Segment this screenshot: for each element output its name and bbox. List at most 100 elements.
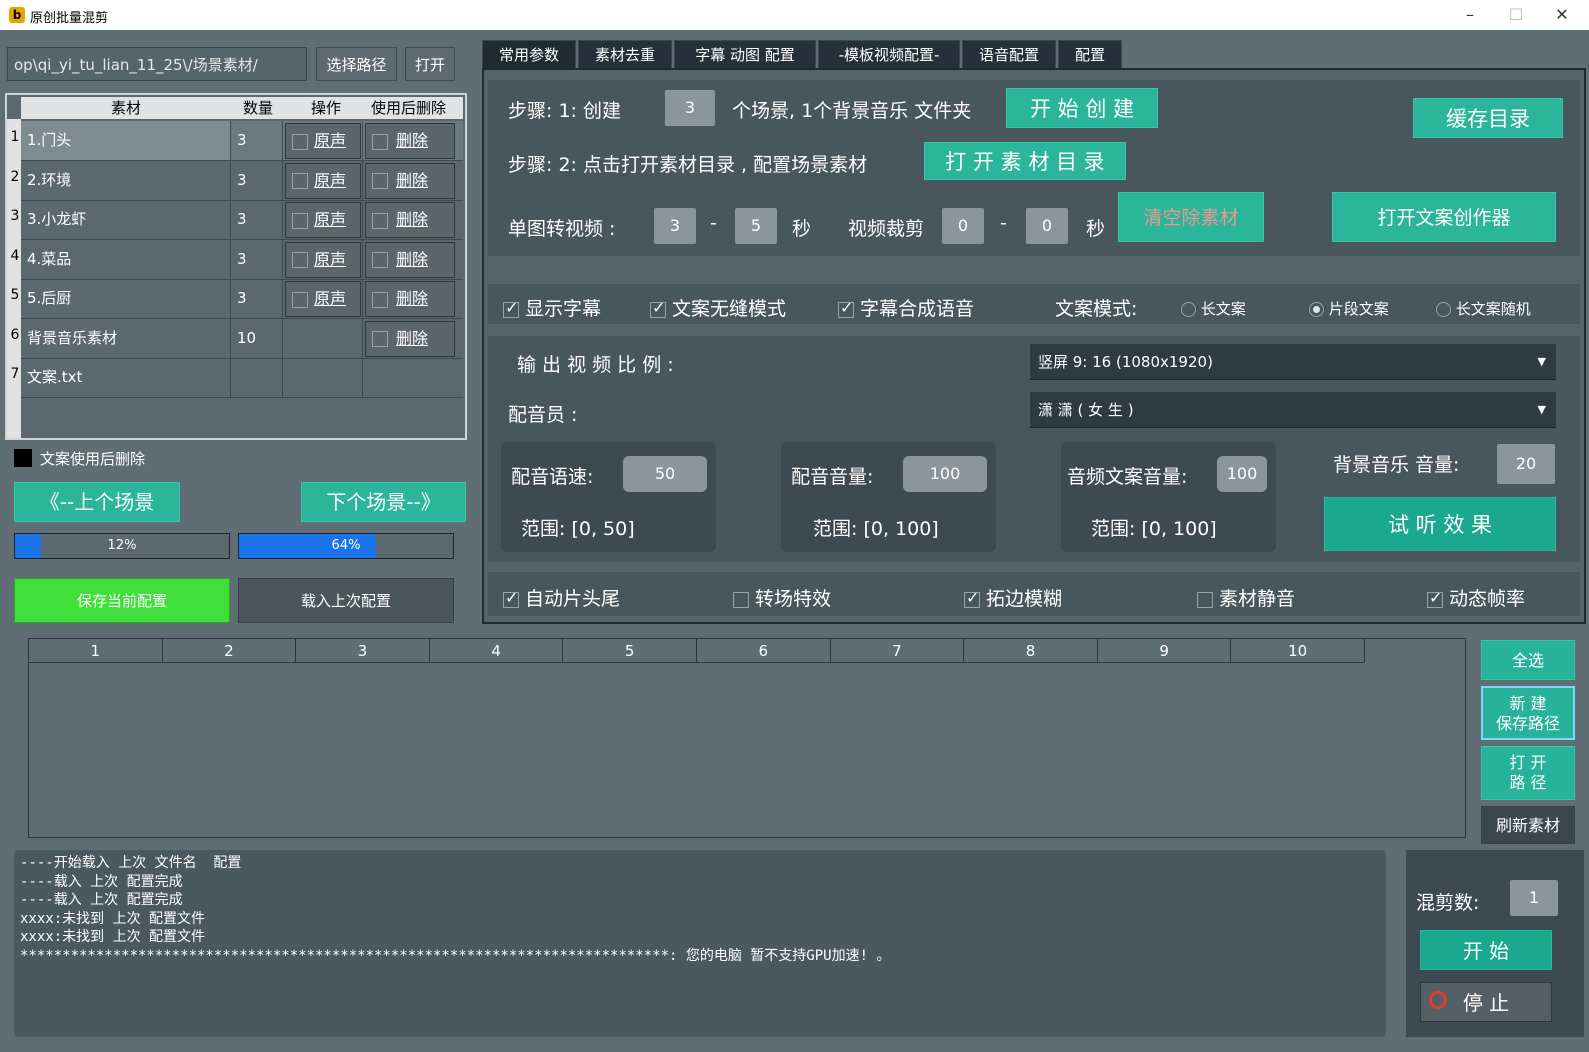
mode-long-random-option[interactable]: 长文案随机 [1436,298,1531,319]
delete-checkbox[interactable] [372,291,388,308]
delete-checkbox[interactable] [372,212,388,229]
speed-input[interactable]: 50 [623,456,707,492]
table-row[interactable]: 背景音乐素材 10 删除 [21,318,463,359]
delete-after-use-button[interactable]: 删除 [365,320,455,357]
original-sound-checkbox[interactable] [292,133,308,150]
original-sound-button[interactable]: 原声 [285,281,361,317]
operation-cell: 原声 [283,239,363,279]
delete-after-use-button[interactable]: 删除 [365,281,455,317]
transition-min-input[interactable]: 3 [654,208,696,244]
scene-count-input[interactable]: 3 [665,90,715,126]
delete-after-use-button[interactable]: 删除 [365,202,455,238]
row-index: 4 [10,247,20,264]
volume-input[interactable]: 100 [903,456,987,492]
mode-segment-option[interactable]: 片段文案 [1309,298,1389,319]
subtitle-voice-option[interactable]: 字幕合成语音 [838,294,974,321]
original-sound-checkbox[interactable] [292,212,308,229]
maximize-button[interactable]: ☐ [1494,0,1538,30]
transition-max-input[interactable]: 5 [735,208,777,244]
original-sound-button[interactable]: 原声 [285,123,361,159]
tab-material-dedup[interactable]: 素材去重 [578,40,672,70]
tab-common-params[interactable]: 常用参数 [482,40,576,70]
mode-segment-radio[interactable] [1309,302,1324,317]
table-row[interactable]: 1.门头 3 原声 删除 [21,121,463,161]
header-operation: 操作 [311,99,342,117]
close-button[interactable]: ✕ [1540,0,1584,30]
crop-max-input[interactable]: 0 [1026,208,1068,244]
auto-head-tail-option[interactable]: 自动片头尾 [503,584,620,611]
edge-blur-checkbox[interactable] [964,588,980,608]
mute-material-checkbox[interactable] [1197,591,1213,608]
transition-fx-checkbox[interactable] [733,591,749,608]
mode-long-random-radio[interactable] [1436,302,1451,317]
audio-volume-input[interactable]: 100 [1217,456,1267,492]
start-button[interactable]: 开 始 [1420,930,1552,970]
transition-fx-option[interactable]: 转场特效 [733,584,831,611]
table-row[interactable]: 文案.txt [21,358,463,398]
crop-min-input[interactable]: 0 [942,208,984,244]
show-subtitle-checkbox[interactable] [503,298,519,318]
seamless-checkbox[interactable] [650,298,666,318]
mode-long-radio[interactable] [1181,302,1196,317]
tab-config[interactable]: 配置 [1058,40,1122,70]
edge-blur-option[interactable]: 拓边模糊 [964,584,1062,611]
delete-after-use-checkbox[interactable] [14,449,32,467]
original-sound-button[interactable]: 原声 [285,202,361,238]
open-path-button[interactable]: 打开 [405,47,455,81]
load-config-button[interactable]: 载入上次配置 [238,578,454,623]
next-scene-button[interactable]: 下个场景--》 [301,482,466,522]
delete-after-use-button[interactable]: 删除 [365,241,455,278]
table-row[interactable]: 2.环境 3 原声 删除 [21,160,463,201]
delete-cell: 删除 [363,319,455,358]
original-sound-button[interactable]: 原声 [285,162,361,199]
dynamic-fps-checkbox[interactable] [1427,588,1443,608]
original-sound-checkbox[interactable] [292,173,308,189]
voice-select[interactable]: 潇 潇 ( 女 生 ) ▼ [1030,392,1556,428]
delete-after-use-button[interactable]: 删除 [365,162,455,199]
original-sound-button[interactable]: 原声 [285,241,361,278]
prev-scene-button[interactable]: 《--上个场景 [14,482,180,522]
preview-button[interactable]: 试 听 效 果 [1324,497,1556,551]
new-save-path-button[interactable]: 新 建 保存路径 [1481,686,1575,740]
subtitle-voice-checkbox[interactable] [838,298,854,318]
stop-label: 停 止 [1462,991,1510,1015]
clear-material-button[interactable]: 清空除素材 [1118,192,1264,242]
select-all-button[interactable]: 全选 [1481,640,1575,680]
tab-subtitle-config[interactable]: 字幕 动图 配置 [674,40,816,70]
minimize-button[interactable]: – [1448,0,1492,30]
delete-checkbox[interactable] [372,331,388,347]
show-subtitle-option[interactable]: 显示字幕 [503,294,601,321]
dynamic-fps-option[interactable]: 动态帧率 [1427,584,1525,611]
header-material: 素材 [111,99,142,117]
save-config-button[interactable]: 保存当前配置 [14,578,230,623]
table-row[interactable]: 5.后厨 3 原声 删除 [21,279,463,319]
table-row[interactable]: 4.菜品 3 原声 删除 [21,239,463,280]
tab-template-config[interactable]: -模板视频配置- [818,40,960,70]
material-count: 3 [231,160,283,200]
mix-count-input[interactable]: 1 [1510,880,1558,916]
mute-material-option[interactable]: 素材静音 [1197,584,1295,611]
refresh-material-button[interactable]: 刷新素材 [1481,806,1575,844]
stop-button[interactable]: 停 止 [1420,982,1552,1022]
cache-dir-button[interactable]: 缓存目录 [1413,98,1563,138]
original-sound-checkbox[interactable] [292,291,308,308]
auto-head-tail-checkbox[interactable] [503,588,519,608]
select-path-button[interactable]: 选择路径 [316,47,397,81]
path-input[interactable]: op\qi_yi_tu_lian_11_25\/场景素材/ [7,47,307,81]
open-save-path-button[interactable]: 打 开 路 径 [1481,746,1575,800]
grid-column-header: 4 [430,639,564,663]
table-row[interactable]: 3.小龙虾 3 原声 删除 [21,200,463,240]
mode-long-option[interactable]: 长文案 [1181,298,1246,319]
seamless-option[interactable]: 文案无缝模式 [650,294,786,321]
tab-voice-config[interactable]: 语音配置 [962,40,1056,70]
delete-checkbox[interactable] [372,133,388,150]
delete-checkbox[interactable] [372,173,388,189]
open-material-dir-button[interactable]: 打 开 素 材 目 录 [924,142,1126,180]
open-copywriter-button[interactable]: 打开文案创作器 [1332,192,1556,242]
ratio-select[interactable]: 竖屏 9: 16 (1080x1920) ▼ [1030,344,1556,380]
bgm-volume-input[interactable]: 20 [1497,444,1555,484]
start-create-button[interactable]: 开 始 创 建 [1006,88,1158,128]
original-sound-checkbox[interactable] [292,252,308,268]
delete-checkbox[interactable] [372,252,388,268]
delete-after-use-button[interactable]: 删除 [365,123,455,159]
